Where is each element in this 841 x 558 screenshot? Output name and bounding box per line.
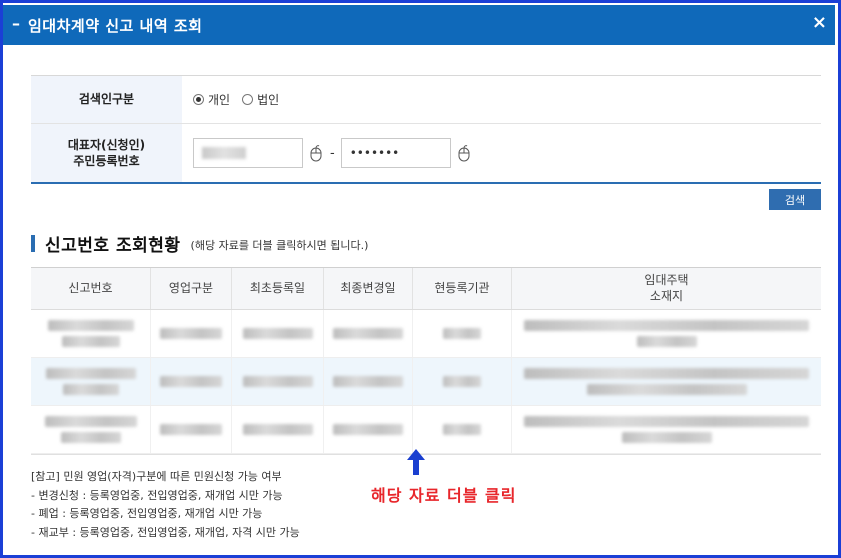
search-type-label: 검색인구분 — [31, 76, 182, 123]
redacted-cell — [512, 358, 821, 405]
redacted-cell — [151, 310, 232, 357]
results-section-header: 신고번호 조회현황 (해당 자료를 더블 클릭하시면 됩니다.) — [31, 231, 368, 256]
resident-id-row: 대표자(신청인) 주민등록번호 - ••••••• — [31, 124, 821, 182]
redacted-cell — [324, 310, 413, 357]
column-header-rental-address-line1: 임대주택 — [644, 272, 689, 287]
annotation-text: 해당 자료 더블 클릭 — [371, 486, 517, 505]
column-header-business-type: 영업구분 — [151, 268, 232, 309]
table-row[interactable] — [31, 358, 821, 406]
column-header-last-modified: 최종변경일 — [324, 268, 413, 309]
redacted-cell — [232, 358, 324, 405]
radio-corporation-circle[interactable] — [242, 94, 254, 105]
redacted-cell — [413, 310, 512, 357]
resident-id-front-input[interactable] — [193, 138, 303, 168]
notes: [참고] 민원 영업(자격)구분에 따른 민원신청 가능 여부 - 변경신청 :… — [31, 468, 300, 543]
redacted-cell — [31, 310, 151, 357]
note-line: [참고] 민원 영업(자격)구분에 따른 민원신청 가능 여부 — [31, 470, 282, 483]
search-form: 검색인구분 개인 법인 대표자(신청인) 주민등록번호 - ••••••• — [31, 75, 821, 184]
redacted-cell — [232, 406, 324, 453]
redacted-cell — [31, 406, 151, 453]
redacted-cell — [324, 358, 413, 405]
resident-id-back-input[interactable]: ••••••• — [340, 138, 451, 168]
dialog-title: 임대차계약 신고 내역 조회 — [28, 17, 203, 35]
redacted-cell — [151, 358, 232, 405]
redacted-cell — [232, 310, 324, 357]
redacted-cell — [151, 406, 232, 453]
collapse-icon[interactable]: – — [12, 14, 20, 33]
redacted-cell — [31, 358, 151, 405]
redacted-cell — [413, 358, 512, 405]
radio-individual-circle[interactable] — [193, 94, 204, 105]
results-table-header: 신고번호 영업구분 최초등록일 최종변경일 현등록기관 임대주택 소재지 — [31, 268, 821, 310]
column-header-rental-address: 임대주택 소재지 — [512, 268, 821, 309]
radio-corporation[interactable]: 법인 — [242, 91, 279, 108]
redacted-cell — [413, 406, 512, 453]
redacted-cell — [324, 406, 413, 453]
mouse-icon[interactable] — [308, 144, 324, 162]
arrow-up-icon — [407, 449, 425, 475]
note-line: - 폐업 : 등록영업중, 전입영업중, 재개업 시만 가능 — [31, 507, 263, 521]
search-type-row: 검색인구분 개인 법인 — [31, 76, 821, 124]
resident-id-label-line2: 주민등록번호 — [73, 154, 140, 168]
resident-id-label: 대표자(신청인) 주민등록번호 — [31, 124, 182, 182]
column-header-report-number: 신고번호 — [31, 268, 151, 309]
resident-id-back-value: ••••••• — [349, 146, 400, 160]
close-icon[interactable]: × — [812, 12, 827, 33]
radio-individual[interactable]: 개인 — [193, 91, 230, 108]
results-table: 신고번호 영업구분 최초등록일 최종변경일 현등록기관 임대주택 소재지 — [31, 267, 821, 455]
note-line: - 변경신청 : 등록영업중, 전입영업중, 재개업 시만 가능 — [31, 488, 283, 502]
radio-selected-dot — [196, 97, 201, 102]
search-type-options: 개인 법인 — [182, 76, 821, 123]
redacted-value — [202, 147, 246, 159]
radio-corporation-label: 법인 — [257, 93, 280, 107]
table-row[interactable] — [31, 406, 821, 454]
column-header-rental-address-line2: 소재지 — [649, 288, 684, 303]
results-hint: (해당 자료를 더블 클릭하시면 됩니다.) — [190, 239, 369, 252]
redacted-cell — [512, 406, 821, 453]
dialog-title-bar: – 임대차계약 신고 내역 조회 × — [3, 5, 835, 45]
resident-id-separator: - — [330, 145, 335, 161]
mouse-icon[interactable] — [456, 144, 472, 162]
resident-id-inputs: - ••••••• — [182, 124, 821, 182]
section-title-bar — [31, 235, 35, 252]
radio-individual-label: 개인 — [208, 93, 231, 107]
note-line: - 재교부 : 등록영업중, 전입영업중, 재개업, 자격 시만 가능 — [31, 526, 300, 540]
resident-id-label-line1: 대표자(신청인) — [67, 137, 146, 152]
search-button[interactable]: 검색 — [769, 189, 821, 210]
column-header-registry-office: 현등록기관 — [413, 268, 512, 309]
table-row[interactable] — [31, 310, 821, 358]
results-section-title: 신고번호 조회현황 — [45, 236, 181, 256]
column-header-first-registered: 최초등록일 — [232, 268, 324, 309]
redacted-cell — [512, 310, 821, 357]
